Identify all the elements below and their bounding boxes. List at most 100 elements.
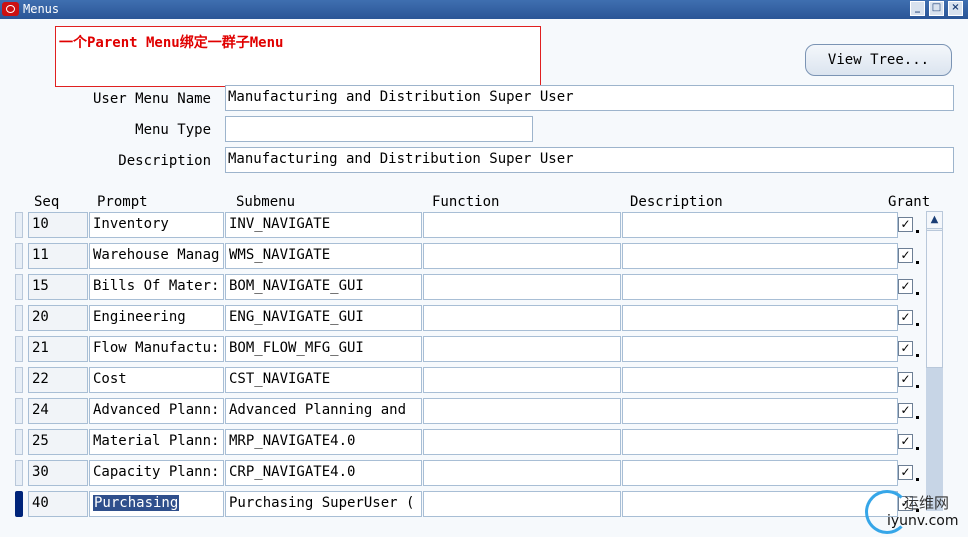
seq-cell[interactable]: 40 [28,491,88,517]
prompt-cell[interactable]: Purchasing [89,491,224,517]
seq-cell[interactable]: 10 [28,212,88,238]
seq-cell[interactable]: 22 [28,367,88,393]
grant-checkbox[interactable]: ✓ [898,403,913,418]
row-indicator[interactable] [15,429,23,455]
description-cell[interactable] [622,429,898,455]
seq-cell[interactable]: 30 [28,460,88,486]
row-indicator[interactable] [15,398,23,424]
function-cell[interactable] [423,429,621,455]
description-cell[interactable] [622,305,898,331]
column-header-grant: Grant [888,194,931,210]
description-cell[interactable] [622,212,898,238]
minimize-icon[interactable]: _ [910,1,925,16]
description-cell[interactable] [622,491,898,517]
grant-more-icon [916,478,919,481]
column-header-description: Description [630,194,723,210]
row-indicator[interactable] [15,243,23,269]
submenu-cell[interactable]: BOM_FLOW_MFG_GUI [225,336,422,362]
prompt-cell[interactable]: Flow Manufactu: [89,336,224,362]
submenu-cell[interactable]: ENG_NAVIGATE_GUI [225,305,422,331]
grant-checkbox[interactable]: ✓ [898,465,913,480]
row-indicator[interactable] [15,274,23,300]
prompt-cell[interactable]: Capacity Plann: [89,460,224,486]
selected-prompt-text: Purchasing [93,495,180,511]
annotation-text: 一个Parent Menu绑定一群子Menu [59,35,284,51]
function-cell[interactable] [423,305,621,331]
row-indicator[interactable] [15,212,23,238]
row-indicator[interactable] [15,367,23,393]
grant-more-icon [916,447,919,450]
submenu-cell[interactable]: BOM_NAVIGATE_GUI [225,274,422,300]
submenu-cell[interactable]: CST_NAVIGATE [225,367,422,393]
grant-checkbox[interactable]: ✓ [898,341,913,356]
function-cell[interactable] [423,367,621,393]
description-cell[interactable] [622,398,898,424]
description-cell[interactable] [622,336,898,362]
grant-checkbox[interactable]: ✓ [898,279,913,294]
prompt-cell[interactable]: Bills Of Mater: [89,274,224,300]
column-header-function: Function [432,194,500,210]
submenu-cell[interactable]: Advanced Planning and [225,398,422,424]
function-cell[interactable] [423,398,621,424]
prompt-cell[interactable]: Material Plann: [89,429,224,455]
grant-more-icon [916,292,919,295]
function-cell[interactable] [423,460,621,486]
close-icon[interactable]: × [948,1,963,16]
seq-cell[interactable]: 24 [28,398,88,424]
function-cell[interactable] [423,491,621,517]
description-field[interactable]: Manufacturing and Distribution Super Use… [225,147,954,173]
prompt-cell[interactable]: Advanced Plann: [89,398,224,424]
grant-checkbox[interactable]: ✓ [898,310,913,325]
view-tree-button[interactable]: View Tree... [805,44,952,76]
annotation-note: 一个Parent Menu绑定一群子Menu [55,26,541,87]
seq-cell[interactable]: 21 [28,336,88,362]
description-cell[interactable] [622,367,898,393]
watermark-cn: 运维网 [904,494,950,512]
description-cell[interactable] [622,243,898,269]
description-label: Description [118,153,211,169]
description-cell[interactable] [622,274,898,300]
description-cell[interactable] [622,460,898,486]
maximize-icon[interactable]: □ [929,1,944,16]
function-cell[interactable] [423,212,621,238]
function-cell[interactable] [423,336,621,362]
user-menu-name-label: User Menu Name [92,91,211,107]
menu-type-label: Menu Type [135,122,211,138]
scroll-up-icon[interactable]: ▲ [926,211,943,229]
grant-more-icon [916,230,919,233]
row-indicator[interactable] [15,460,23,486]
seq-cell[interactable]: 20 [28,305,88,331]
grant-more-icon [916,323,919,326]
grant-more-icon [916,354,919,357]
function-cell[interactable] [423,243,621,269]
seq-cell[interactable]: 25 [28,429,88,455]
column-header-prompt: Prompt [97,194,148,210]
grant-checkbox[interactable]: ✓ [898,434,913,449]
row-indicator[interactable] [15,491,23,517]
user-menu-name-field[interactable]: Manufacturing and Distribution Super Use… [225,85,954,111]
grant-checkbox[interactable]: ✓ [898,248,913,263]
prompt-cell[interactable]: Cost [89,367,224,393]
function-cell[interactable] [423,274,621,300]
prompt-cell[interactable]: Inventory [89,212,224,238]
submenu-cell[interactable]: WMS_NAVIGATE [225,243,422,269]
watermark: 运维网 iyunv.com [862,488,968,537]
menu-type-field[interactable] [225,116,533,142]
submenu-cell[interactable]: Purchasing SuperUser ( [225,491,422,517]
seq-cell[interactable]: 11 [28,243,88,269]
prompt-cell[interactable]: Warehouse Manag [89,243,224,269]
submenu-cell[interactable]: MRP_NAVIGATE4.0 [225,429,422,455]
seq-cell[interactable]: 15 [28,274,88,300]
grant-checkbox[interactable]: ✓ [898,372,913,387]
scrollbar-track[interactable] [926,230,943,368]
row-indicator[interactable] [15,336,23,362]
grant-checkbox[interactable]: ✓ [898,217,913,232]
prompt-cell[interactable]: Engineering [89,305,224,331]
submenu-cell[interactable]: CRP_NAVIGATE4.0 [225,460,422,486]
grant-more-icon [916,385,919,388]
window-titlebar: Menus _ □ × [0,0,968,19]
grant-more-icon [916,416,919,419]
column-header-submenu: Submenu [236,194,296,210]
submenu-cell[interactable]: INV_NAVIGATE [225,212,422,238]
row-indicator[interactable] [15,305,23,331]
